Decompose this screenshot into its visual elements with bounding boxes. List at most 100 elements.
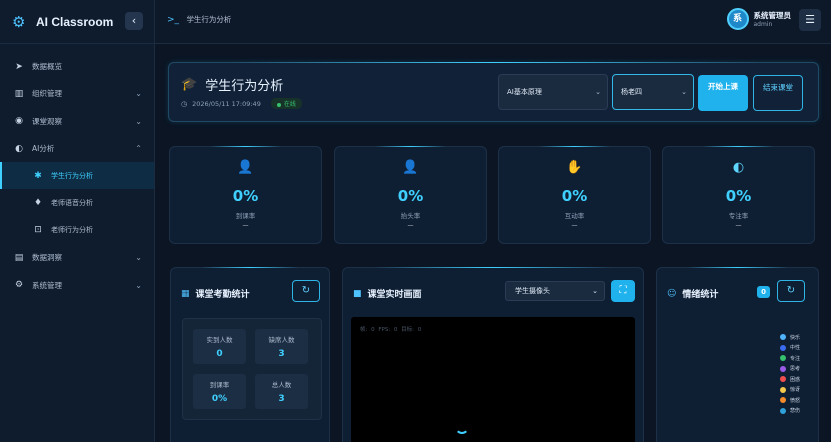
brain-icon: ◐ — [15, 143, 23, 154]
legend-swatch — [779, 376, 786, 383]
sidebar-item-observation[interactable]: ◉ 课堂观察 ⌄ — [0, 108, 154, 135]
status-text: 在线 — [283, 101, 296, 108]
chevron-down-icon: ⌄ — [135, 89, 142, 99]
settings-sliders-button[interactable]: ☰ — [799, 9, 821, 31]
attendance-absent: 缺席人数 3 — [255, 329, 308, 364]
camera-source-select[interactable]: 学生摄像头 ⌄ — [505, 281, 605, 301]
stat-card-headup: 👤 0% 抬头率 — — [334, 146, 487, 244]
status-badge: 在线 — [270, 98, 302, 109]
brand: ⚙ AI Classroom ‹ — [0, 0, 154, 44]
attendance-rate: 到课率 0% — [193, 374, 246, 409]
emotion-panel: ☺ 情绪统计 0 ↻ 快乐中性 专注思考困惑惊讶 愤怒悲伤 — [656, 267, 819, 442]
refresh-emotion-button[interactable]: ↻ — [777, 280, 805, 302]
book-icon: ▥ — [14, 88, 24, 99]
panel-title: 情绪统计 — [682, 290, 719, 300]
attendance-grid: 实到人数 0 缺席人数 3 到课率 0% 总人数 3 — [182, 318, 322, 420]
chevron-down-icon: ⌄ — [681, 88, 687, 96]
stat-value: 0% — [232, 187, 259, 205]
attendance-actual: 实到人数 0 — [193, 329, 246, 364]
stat-card-attendance: 👤 0% 到课率 — — [169, 146, 322, 244]
stat-detail: — — [571, 222, 578, 229]
attendance-panel: ▦ 课堂考勤统计 ↻ 实到人数 0 缺席人数 3 到课率 0% 总人数 3 — [170, 267, 330, 442]
teacher-icon: ⊡ — [34, 225, 42, 236]
fullscreen-button[interactable]: ⛶ — [611, 280, 635, 302]
sidebar: ⚙ AI Classroom ‹ ➤ 数据概览 ▥ 组织管理 ⌄ ◉ 课堂观察 … — [0, 0, 155, 442]
panel-title: 课堂考勤统计 — [195, 290, 250, 300]
legend-item[interactable]: 惊讶 — [779, 385, 800, 396]
legend-label: 快乐 — [789, 334, 800, 341]
video-camera-icon: ■ — [353, 288, 362, 299]
smile-icon: ☺ — [667, 288, 677, 299]
legend-label: 思考 — [789, 366, 800, 373]
sidebar-item-ai-analysis[interactable]: ◐ AI分析 ⌃ — [0, 135, 154, 162]
sidebar-item-label: 组织管理 — [32, 89, 62, 99]
sidebar-item-label: 系统管理 — [32, 280, 62, 290]
chevron-down-icon: ⌄ — [592, 287, 598, 295]
refresh-icon: ↻ — [786, 285, 796, 296]
sidebar-menu: ➤ 数据概览 ▥ 组织管理 ⌄ ◉ 课堂观察 ⌄ ◐ AI分析 ⌃ ✱ 学生行为… — [0, 44, 154, 299]
user-menu[interactable]: 系 系统管理员 admin — [726, 8, 792, 30]
start-class-button[interactable]: 开始上课 — [698, 75, 748, 111]
camera-panel: ■ 课堂实时画面 学生摄像头 ⌄ ⛶ 帧: 0 FPS: 0 目标: 0 — [342, 267, 644, 442]
legend-item[interactable]: 专注 — [779, 353, 800, 364]
stat-detail: — — [735, 222, 742, 229]
legend-label: 困惑 — [789, 376, 800, 383]
sidebar-item-insights[interactable]: ▤ 数据洞察 ⌄ — [0, 244, 154, 271]
eye-icon: ◉ — [15, 116, 23, 127]
legend-swatch — [779, 407, 786, 414]
breadcrumb: >_ 学生行为分析 — [167, 14, 231, 25]
sidebar-item-system[interactable]: ⚙ 系统管理 ⌄ — [0, 271, 154, 298]
legend-item[interactable]: 思考 — [779, 364, 800, 375]
stat-detail: — — [407, 222, 414, 229]
legend-item[interactable]: 中性 — [779, 343, 800, 354]
video-feed[interactable]: 帧: 0 FPS: 0 目标: 0 — [351, 317, 635, 442]
chevron-up-icon: ⌃ — [135, 144, 142, 154]
teacher-select-value: 杨老四 — [621, 88, 642, 96]
user-name: 系统管理员 — [753, 11, 792, 20]
legend-item[interactable]: 快乐 — [779, 332, 800, 343]
topbar: >_ 学生行为分析 系 系统管理员 admin ☰ — [155, 0, 831, 44]
stat-value: 0% — [397, 187, 424, 205]
sidebar-item-overview[interactable]: ➤ 数据概览 — [0, 53, 154, 80]
sidebar-item-label: 老师行为分析 — [51, 226, 93, 235]
attendance-actual-label: 实到人数 — [206, 336, 233, 344]
user-check-icon: 👤 — [237, 160, 254, 175]
attendance-rate-label: 到课率 — [209, 381, 230, 389]
sidebar-item-label: 数据概览 — [32, 62, 62, 72]
collapse-sidebar-button[interactable]: ‹ — [125, 12, 143, 30]
app-root: ⚙ AI Classroom ‹ ➤ 数据概览 ▥ 组织管理 ⌄ ◉ 课堂观察 … — [0, 0, 831, 442]
legend-swatch — [779, 365, 786, 372]
avatar[interactable]: 系 — [726, 8, 749, 30]
course-select[interactable]: AI基本原理 ⌄ — [498, 74, 608, 110]
legend-item[interactable]: 困惑 — [779, 374, 800, 385]
legend-item[interactable]: 愤怒 — [779, 395, 800, 406]
page-title: 学生行为分析 — [205, 79, 284, 94]
attendance-absent-value: 3 — [278, 349, 285, 359]
sidebar-item-student-behavior[interactable]: ✱ 学生行为分析 — [0, 162, 154, 190]
attendance-rate-value: 0% — [211, 394, 228, 404]
sidebar-item-teacher-behavior[interactable]: ⊡ 老师行为分析 — [0, 217, 154, 244]
header-meta: ◷ 2026/05/11 17:09:49 在线 — [181, 98, 302, 109]
user-role: admin — [753, 21, 773, 28]
attendance-absent-label: 缺席人数 — [268, 336, 295, 344]
emotion-count-badge: 0 — [757, 286, 770, 298]
microphone-icon: ♦ — [33, 198, 43, 209]
chevron-down-icon: ⌄ — [135, 116, 142, 126]
loading-spinner — [455, 420, 469, 434]
teacher-select[interactable]: 杨老四 ⌄ — [612, 74, 694, 110]
sidebar-item-label: 学生行为分析 — [51, 171, 93, 180]
sidebar-item-organization[interactable]: ▥ 组织管理 ⌄ — [0, 80, 154, 107]
legend-item[interactable]: 悲伤 — [779, 406, 800, 417]
legend-label: 愤怒 — [789, 397, 800, 404]
chevron-down-icon: ⌄ — [595, 88, 601, 96]
running-icon: ✱ — [34, 170, 42, 181]
emotion-title: ☺ 情绪统计 — [667, 287, 719, 301]
hands-clapping-icon: ✋ — [566, 160, 583, 175]
stat-label: 到课率 — [235, 212, 256, 220]
refresh-attendance-button[interactable]: ↻ — [292, 280, 320, 302]
attendance-title: ▦ 课堂考勤统计 — [181, 287, 250, 301]
end-class-button[interactable]: 结束课堂 — [753, 75, 803, 111]
page-title-row: 🎓 学生行为分析 — [181, 75, 283, 94]
sidebar-item-teacher-voice[interactable]: ♦ 老师语音分析 — [0, 189, 154, 216]
datetime: 2026/05/11 17:09:49 — [192, 99, 261, 108]
